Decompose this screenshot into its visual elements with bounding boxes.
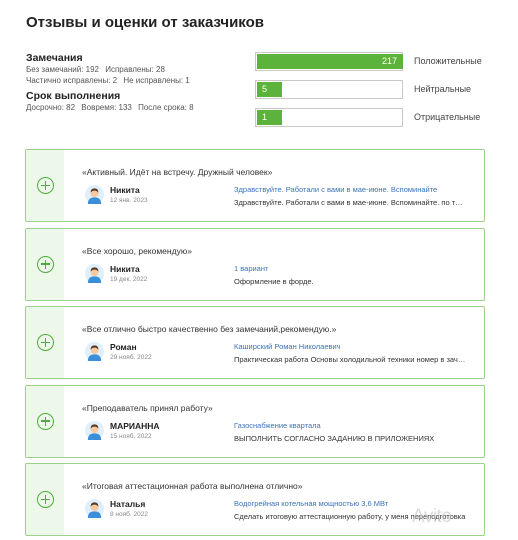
order-excerpt: Здравствуйте. Работали с вами в мае-июне…	[234, 198, 466, 207]
review-card[interactable]: «Активный. Идёт на встречу. Дружный чело…	[25, 149, 485, 222]
rating-bars: 217 Положительные 5 Нейтральные 1 Отрица…	[255, 52, 505, 136]
reviewer-name: Никита	[110, 185, 140, 195]
bar-label: Нейтральные	[414, 84, 472, 94]
review-card[interactable]: «Преподаватель принял работу» МАРИАННА 1…	[25, 384, 485, 458]
plus-circle-icon[interactable]	[37, 491, 54, 508]
review-date: 29 нояб. 2022	[110, 354, 152, 361]
bar-track: 1	[255, 108, 403, 127]
review-date: 12 янв. 2023	[110, 197, 148, 204]
reviewer-name: МАРИАННА	[110, 420, 160, 431]
reviewer-name: Никита	[110, 263, 140, 274]
order-link[interactable]: Здравствуйте. Работали с вами в мае-июне…	[234, 185, 437, 194]
deadline-early: Досрочно: 82	[26, 103, 76, 112]
review-quote: «Все отлично быстро качественно без заме…	[82, 324, 337, 334]
review-card[interactable]: «Все хорошо, рекомендую» Никита 19 дек. …	[25, 227, 485, 301]
plus-circle-icon[interactable]	[37, 177, 54, 194]
expand-area[interactable]	[26, 464, 64, 535]
order-excerpt: ВЫПОЛНИТЬ СОГЛАСНО ЗАДАНИЮ В ПРИЛОЖЕНИЯХ	[234, 433, 435, 443]
review-quote: «Все хорошо, рекомендую»	[82, 245, 192, 256]
expand-area[interactable]	[26, 385, 64, 457]
user-avatar-icon	[85, 342, 104, 361]
page-title: Отзывы и оценки от заказчиков	[26, 14, 264, 31]
bar-label: Отрицательные	[414, 112, 481, 122]
bar-fill: 5	[257, 82, 282, 97]
expand-area[interactable]	[26, 307, 64, 378]
bar-value: 5	[262, 84, 268, 94]
bar-track: 5	[255, 80, 403, 99]
deadline-late: После срока: 8	[138, 103, 194, 112]
remarks-line-2: Частично исправлены: 2 Не исправлены: 1	[26, 75, 246, 86]
review-quote: «Преподаватель принял работу»	[82, 402, 213, 413]
review-quote: «Активный. Идёт на встречу. Дружный чело…	[82, 167, 273, 177]
plus-circle-icon[interactable]	[37, 334, 54, 351]
order-link[interactable]: Каширский Роман Николаевич	[234, 342, 341, 351]
bar-label: Положительные	[414, 56, 482, 66]
bar-value: 1	[262, 112, 268, 122]
deadline-on-time: Вовремя: 133	[81, 103, 132, 112]
bar-track: 217	[255, 52, 403, 71]
user-avatar-icon	[85, 420, 104, 440]
review-date: 19 дек. 2022	[110, 275, 148, 283]
stats-summary: Замечания Без замечаний: 192 Исправлены:…	[26, 52, 246, 113]
remarks-line-1: Без замечаний: 192 Исправлены: 28	[26, 64, 246, 75]
expand-area[interactable]	[26, 150, 64, 221]
rating-bar-negative: 1 Отрицательные	[255, 108, 505, 127]
deadline-line: Досрочно: 82 Вовремя: 133 После срока: 8	[26, 102, 246, 113]
bar-value: 217	[381, 56, 397, 66]
remarks-partial: Частично исправлены: 2	[26, 76, 118, 85]
bar-fill: 217	[257, 54, 403, 69]
review-date: 15 нояб. 2022	[110, 432, 152, 440]
reviewer-name: Роман	[110, 342, 137, 352]
bar-fill: 1	[257, 110, 282, 125]
remarks-not-fixed: Не исправлены: 1	[123, 76, 190, 85]
user-avatar-icon	[85, 185, 104, 204]
reviews-list: «Активный. Идёт на встречу. Дружный чело…	[25, 149, 485, 540]
rating-bar-positive: 217 Положительные	[255, 52, 505, 71]
review-card[interactable]: «Все отлично быстро качественно без заме…	[25, 306, 485, 379]
order-excerpt: Практическая работа Основы холодильной т…	[234, 355, 466, 364]
watermark-logo: Avito	[412, 506, 452, 527]
remarks-heading: Замечания	[26, 52, 83, 64]
deadline-heading: Срок выполнения	[26, 90, 121, 102]
expand-area[interactable]	[26, 228, 64, 300]
plus-circle-icon[interactable]	[37, 255, 54, 273]
review-quote: «Итоговая аттестационная работа выполнен…	[82, 481, 303, 491]
rating-bar-neutral: 5 Нейтральные	[255, 80, 505, 99]
remarks-fixed: Исправлены: 28	[105, 65, 165, 74]
order-link[interactable]: Газоснабжение квартала	[234, 421, 321, 430]
user-avatar-icon	[85, 263, 104, 283]
review-date: 8 нояб. 2022	[110, 511, 148, 518]
order-link[interactable]: Водогрейная котельная мощностью 3,6 МВт	[234, 499, 388, 508]
plus-circle-icon[interactable]	[37, 412, 54, 430]
remarks-none: Без замечаний: 192	[26, 65, 99, 74]
order-link[interactable]: 1 вариант	[234, 264, 268, 273]
order-excerpt: Оформление в форде.	[234, 276, 314, 286]
reviewer-name: Наталья	[110, 499, 146, 509]
user-avatar-icon	[85, 499, 104, 518]
